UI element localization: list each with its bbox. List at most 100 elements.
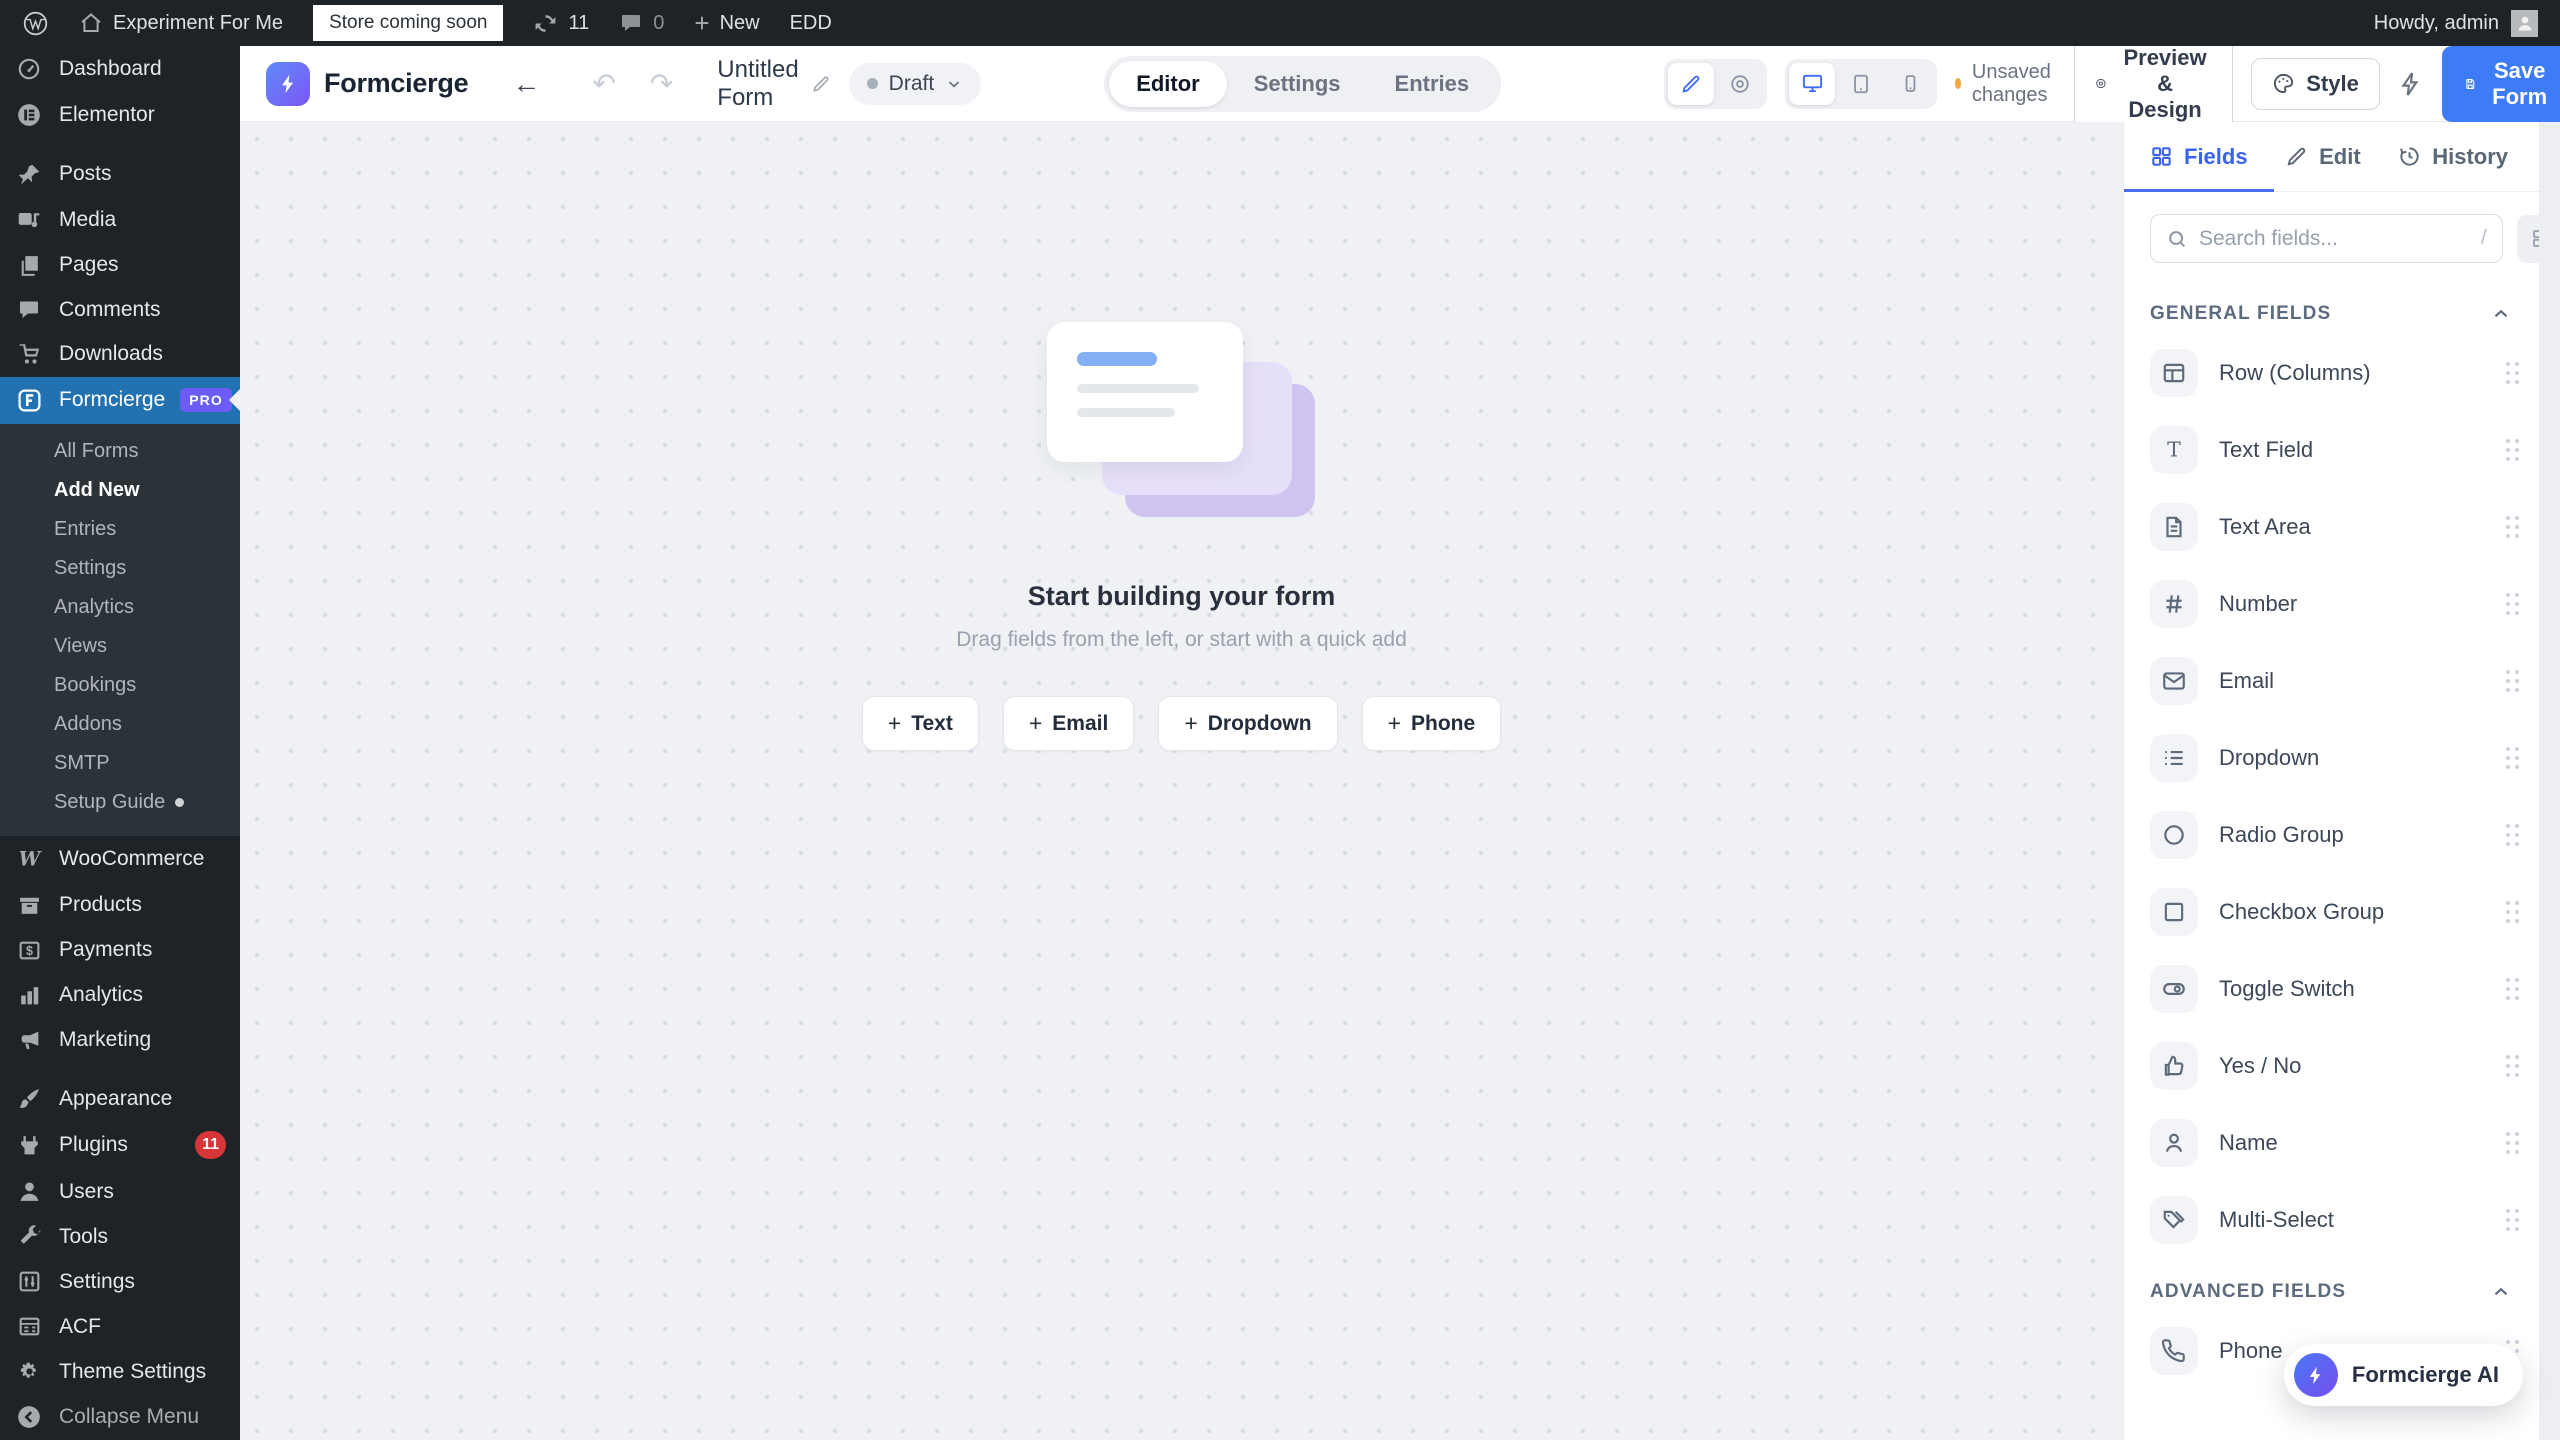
drag-handle-icon[interactable] bbox=[2506, 824, 2520, 846]
panel-tab-history[interactable]: History bbox=[2398, 122, 2508, 191]
submenu-item-all-forms[interactable]: All Forms bbox=[0, 432, 240, 471]
edit-mode-button[interactable] bbox=[1668, 63, 1714, 105]
grid-icon bbox=[2150, 145, 2173, 168]
submenu-item-entries[interactable]: Entries bbox=[0, 510, 240, 549]
submenu-item-views[interactable]: Views bbox=[0, 627, 240, 666]
formcierge-icon bbox=[14, 387, 44, 414]
drag-handle-icon[interactable] bbox=[2506, 593, 2520, 615]
style-button[interactable]: Style bbox=[2251, 58, 2380, 110]
sidebar-item-media[interactable]: Media bbox=[0, 197, 240, 243]
submenu-item-add-new[interactable]: Add New bbox=[0, 471, 240, 510]
drag-handle-icon[interactable] bbox=[2506, 670, 2520, 692]
search-fields-box[interactable]: / bbox=[2150, 214, 2503, 263]
panel-tab-fields[interactable]: Fields bbox=[2150, 122, 2248, 191]
drag-handle-icon[interactable] bbox=[2506, 901, 2520, 923]
drag-handle-icon[interactable] bbox=[2506, 1055, 2520, 1077]
sidebar-item-theme-settings[interactable]: Theme Settings bbox=[0, 1349, 240, 1394]
status-dropdown[interactable]: Draft bbox=[849, 63, 982, 105]
quick-add-dropdown-button[interactable]: +Dropdown bbox=[1158, 696, 1337, 751]
submenu-item-bookings[interactable]: Bookings bbox=[0, 666, 240, 705]
sidebar-item-settings[interactable]: Settings bbox=[0, 1259, 240, 1304]
field-item-multi-select[interactable]: Multi-Select bbox=[2150, 1196, 2520, 1244]
tab-editor[interactable]: Editor bbox=[1109, 61, 1227, 107]
search-fields-input[interactable] bbox=[2199, 227, 2470, 251]
comments-menu[interactable]: 0 bbox=[619, 11, 664, 35]
wordpress-logo-icon[interactable] bbox=[22, 10, 49, 37]
drag-handle-icon[interactable] bbox=[2506, 516, 2520, 538]
submenu-item-analytics[interactable]: Analytics bbox=[0, 588, 240, 627]
edd-menu[interactable]: EDD bbox=[790, 12, 832, 35]
quick-add-text-button[interactable]: +Text bbox=[862, 696, 979, 751]
sidebar-item-pages[interactable]: Pages bbox=[0, 243, 240, 288]
desktop-device-button[interactable] bbox=[1789, 63, 1835, 105]
save-form-button[interactable]: Save Form bbox=[2442, 46, 2560, 122]
back-button[interactable]: ← bbox=[504, 68, 548, 100]
field-item-radio-group[interactable]: Radio Group bbox=[2150, 811, 2520, 859]
drag-handle-icon[interactable] bbox=[2506, 1209, 2520, 1231]
panel-tab-edit[interactable]: Edit bbox=[2285, 122, 2361, 191]
sidebar-item-users[interactable]: Users bbox=[0, 1169, 240, 1214]
avatar[interactable] bbox=[2511, 10, 2538, 37]
tablet-device-button[interactable] bbox=[1838, 63, 1884, 105]
sidebar-item-acf[interactable]: ACF bbox=[0, 1304, 240, 1349]
submenu-item-smtp[interactable]: SMTP bbox=[0, 744, 240, 783]
sidebar-item-analytics[interactable]: Analytics bbox=[0, 973, 240, 1018]
sidebar-item-plugins[interactable]: Plugins 11 bbox=[0, 1121, 240, 1169]
sidebar-item-dashboard[interactable]: Dashboard bbox=[0, 46, 240, 92]
ai-bolt-icon[interactable] bbox=[2398, 71, 2424, 97]
formcierge-ai-button[interactable]: Formcierge AI bbox=[2284, 1344, 2523, 1406]
tab-settings[interactable]: Settings bbox=[1227, 61, 1368, 107]
field-item-text-field[interactable]: T Text Field bbox=[2150, 426, 2520, 474]
site-menu[interactable]: Experiment For Me bbox=[79, 11, 283, 35]
drag-handle-icon[interactable] bbox=[2506, 978, 2520, 1000]
field-item-checkbox-group[interactable]: Checkbox Group bbox=[2150, 888, 2520, 936]
tab-entries[interactable]: Entries bbox=[1368, 61, 1497, 107]
sidebar-item-payments[interactable]: $ Payments bbox=[0, 928, 240, 973]
sidebar-item-tools[interactable]: Tools bbox=[0, 1214, 240, 1259]
redo-button[interactable]: ↷ bbox=[642, 67, 681, 100]
panel-scrollbar[interactable] bbox=[2539, 122, 2560, 1440]
rename-pencil-icon[interactable] bbox=[811, 74, 831, 94]
preview-design-button[interactable]: Preview & Design bbox=[2074, 32, 2233, 136]
field-item-name[interactable]: Name bbox=[2150, 1119, 2520, 1167]
drag-handle-icon[interactable] bbox=[2506, 747, 2520, 769]
columns-icon bbox=[2150, 349, 2198, 397]
howdy-menu[interactable]: Howdy, admin bbox=[2374, 12, 2499, 35]
submenu-item-addons[interactable]: Addons bbox=[0, 705, 240, 744]
updates-menu[interactable]: 11 bbox=[533, 11, 589, 36]
sidebar-item-comments[interactable]: Comments bbox=[0, 288, 240, 332]
preview-mode-button[interactable] bbox=[1717, 63, 1763, 105]
mobile-device-button[interactable] bbox=[1887, 63, 1933, 105]
drag-handle-icon[interactable] bbox=[2506, 362, 2520, 384]
sidebar-item-formcierge[interactable]: Formcierge PRO bbox=[0, 377, 240, 424]
submenu-item-setup-guide[interactable]: Setup Guide bbox=[0, 783, 240, 822]
collapse-menu-button[interactable]: Collapse Menu bbox=[0, 1394, 240, 1440]
new-menu[interactable]: + New bbox=[694, 8, 759, 39]
drag-handle-icon[interactable] bbox=[2506, 1132, 2520, 1154]
wp-admin-bar: Experiment For Me Store coming soon 11 0… bbox=[0, 0, 2560, 46]
field-item-yes-no[interactable]: Yes / No bbox=[2150, 1042, 2520, 1090]
drag-handle-icon[interactable] bbox=[2506, 439, 2520, 461]
sidebar-item-posts[interactable]: Posts bbox=[0, 152, 240, 197]
field-item-text-area[interactable]: Text Area bbox=[2150, 503, 2520, 551]
quick-add-email-button[interactable]: +Email bbox=[1003, 696, 1134, 751]
sidebar-item-elementor[interactable]: Elementor bbox=[0, 92, 240, 138]
sidebar-item-marketing[interactable]: Marketing bbox=[0, 1018, 240, 1063]
chevron-up-icon[interactable] bbox=[2490, 303, 2512, 325]
field-item-number[interactable]: Number bbox=[2150, 580, 2520, 628]
field-item-dropdown[interactable]: Dropdown bbox=[2150, 734, 2520, 782]
field-item-email[interactable]: Email bbox=[2150, 657, 2520, 705]
chevron-up-icon[interactable] bbox=[2490, 1281, 2512, 1303]
field-item-row-columns[interactable]: Row (Columns) bbox=[2150, 349, 2520, 397]
submenu-item-settings[interactable]: Settings bbox=[0, 549, 240, 588]
coming-soon-badge[interactable]: Store coming soon bbox=[313, 5, 503, 41]
sidebar-item-woocommerce[interactable]: W WooCommerce bbox=[0, 836, 240, 883]
sidebar-item-appearance[interactable]: Appearance bbox=[0, 1076, 240, 1121]
sidebar-item-products[interactable]: Products bbox=[0, 883, 240, 928]
form-title[interactable]: Untitled Form bbox=[717, 56, 798, 112]
quick-add-phone-button[interactable]: +Phone bbox=[1362, 696, 1502, 751]
form-canvas[interactable]: Start building your form Drag fields fro… bbox=[240, 122, 2123, 1440]
undo-button[interactable]: ↶ bbox=[584, 67, 623, 100]
field-item-toggle-switch[interactable]: Toggle Switch bbox=[2150, 965, 2520, 1013]
sidebar-item-downloads[interactable]: Downloads bbox=[0, 332, 240, 377]
